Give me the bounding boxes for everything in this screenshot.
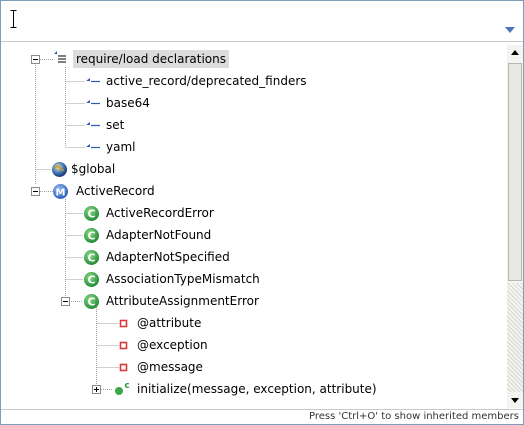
tree-row[interactable]: @attribute: [134, 312, 204, 334]
tree-row-label: @attribute: [137, 316, 202, 330]
tree-row-label: set: [106, 118, 125, 132]
field-icon: [119, 319, 128, 328]
arrow-up-icon: [511, 50, 519, 55]
tree-row-label: $global: [71, 162, 116, 176]
tree-row[interactable]: $global: [68, 158, 118, 180]
class-icon: C: [84, 206, 99, 221]
import-icon: [86, 144, 100, 149]
tree-row[interactable]: AttributeAssignmentError: [103, 290, 262, 312]
arrow-down-icon: [511, 398, 519, 403]
collapse-toggle[interactable]: [61, 297, 70, 306]
tree-row-label: base64: [106, 96, 150, 110]
collapse-toggle[interactable]: [31, 187, 40, 196]
tree-row[interactable]: set: [103, 114, 127, 136]
tree-row[interactable]: require/load declarations: [73, 48, 229, 70]
status-bar: Press 'Ctrl+O' to show inherited members: [1, 409, 523, 424]
scrollbar-thumb[interactable]: [508, 63, 522, 281]
tree-guide-lines: [35, 59, 119, 390]
tree-row[interactable]: base64: [103, 92, 153, 114]
quick-outline-popup: require/load declarations active_record/…: [0, 0, 524, 425]
scroll-up-button[interactable]: [507, 45, 523, 61]
outline-tree[interactable]: require/load declarations active_record/…: [1, 45, 507, 403]
imports-container-icon: [54, 51, 66, 63]
tree-row-label: ActiveRecordError: [106, 206, 214, 220]
tree-row-label: @exception: [137, 338, 208, 352]
filter-separator: [1, 41, 523, 42]
tree-row-label: AttributeAssignmentError: [106, 294, 259, 308]
svg-text:C: C: [87, 274, 95, 287]
svg-text:C: C: [87, 252, 95, 265]
tree-row-label: initialize(message, exception, attribute…: [137, 382, 377, 396]
status-hint: Press 'Ctrl+O' to show inherited members: [308, 411, 519, 422]
tree-row-label: yaml: [106, 140, 136, 154]
filter-bar: [1, 1, 523, 41]
text-cursor-icon: [10, 10, 17, 28]
tree-row[interactable]: ActiveRecord: [73, 180, 158, 202]
view-menu-dropdown-icon[interactable]: [504, 25, 516, 35]
tree-row[interactable]: initialize(message, exception, attribute…: [134, 378, 380, 400]
field-icon: [119, 341, 128, 350]
svg-text:C: C: [87, 296, 95, 309]
svg-text:C: C: [87, 230, 95, 243]
tree-row[interactable]: AdapterNotFound: [103, 224, 214, 246]
filter-input[interactable]: [7, 7, 501, 35]
class-icon: C: [84, 294, 99, 309]
global-icon: [52, 162, 67, 177]
import-icon: [86, 100, 100, 105]
class-icon: C: [84, 228, 99, 243]
field-icon: [119, 363, 128, 372]
svg-text:c: c: [124, 381, 129, 391]
tree-row-label: AdapterNotFound: [106, 228, 212, 242]
tree-row-label: ActiveRecord: [76, 184, 155, 198]
scrollbar-track[interactable]: [507, 283, 523, 393]
class-icon: C: [84, 250, 99, 265]
import-icon: [86, 122, 100, 127]
tree-row-label: @message: [137, 360, 203, 374]
svg-text:C: C: [87, 208, 95, 221]
tree-row-label: active_record/deprecated_finders: [106, 74, 307, 88]
tree-row-label: AdapterNotSpecified: [106, 250, 230, 264]
import-icon: [86, 78, 100, 83]
class-icon: C: [84, 272, 99, 287]
tree-row[interactable]: active_record/deprecated_finders: [103, 70, 310, 92]
scroll-down-button[interactable]: [507, 392, 523, 408]
tree-row[interactable]: ActiveRecordError: [103, 202, 217, 224]
constructor-icon: c: [115, 381, 130, 395]
module-icon: M: [53, 184, 68, 199]
tree-row[interactable]: @message: [134, 356, 206, 378]
svg-text:M: M: [56, 187, 66, 198]
tree-row-label: AssociationTypeMismatch: [106, 272, 260, 286]
collapse-toggle[interactable]: [31, 55, 40, 64]
vertical-scrollbar[interactable]: [507, 45, 523, 408]
expand-toggle[interactable]: [92, 385, 101, 394]
tree-row[interactable]: @exception: [134, 334, 211, 356]
tree-row[interactable]: AssociationTypeMismatch: [103, 268, 263, 290]
tree-row[interactable]: yaml: [103, 136, 138, 158]
tree-row-label: require/load declarations: [73, 50, 229, 68]
tree-row[interactable]: AdapterNotSpecified: [103, 246, 233, 268]
